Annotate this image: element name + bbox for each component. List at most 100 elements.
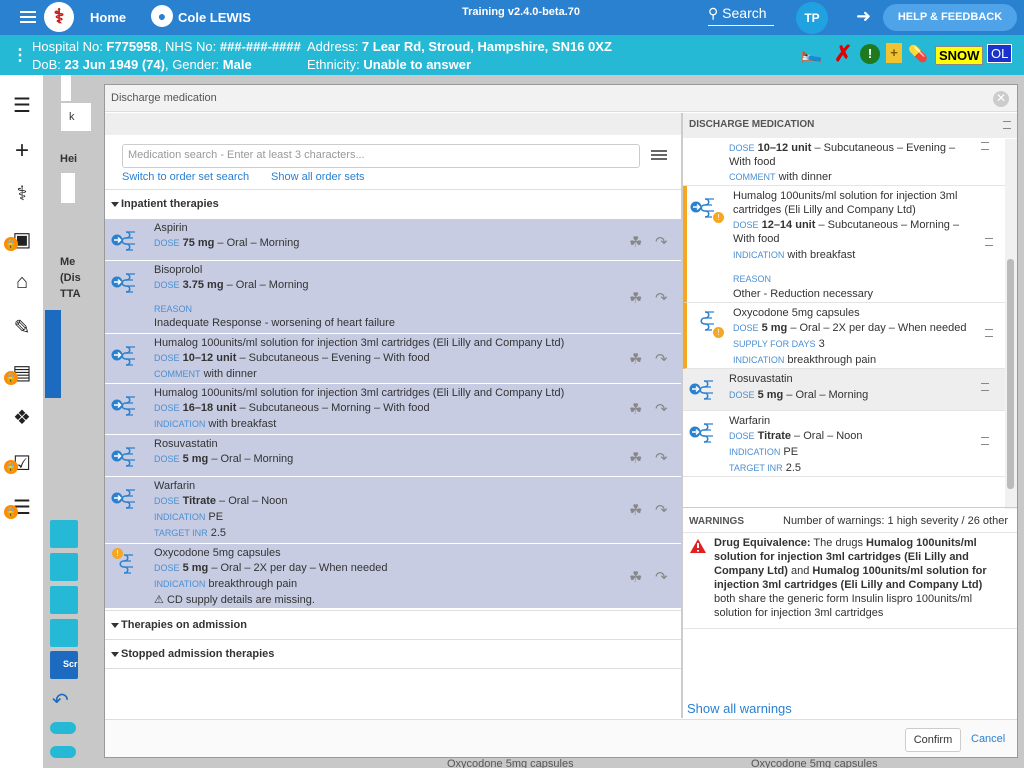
training-banner: Training v2.4.0-beta.70 (462, 6, 580, 18)
warning-badge-icon: ! (713, 212, 724, 223)
side-action-button[interactable] (50, 520, 78, 548)
table-row[interactable]: Aspirin DOSE 75 mg – Oral – Morning ☘ ↷ (105, 219, 681, 261)
reason-value: Other - Reduction necessary (733, 288, 874, 300)
drag-handle-icon[interactable] (985, 238, 993, 246)
list-item[interactable]: ! Oxycodone 5mg capsules DOSE 5 mg – Ora… (683, 303, 1005, 369)
help-feedback-button[interactable]: HELP & FEEDBACK (883, 4, 1017, 31)
dose-line: DOSE 12–14 unit – Subcutaneous – Morning… (733, 218, 973, 246)
drug-icon (689, 421, 717, 445)
copy-icon[interactable]: ☘ (629, 501, 642, 519)
indication-label: INDICATION (733, 355, 785, 365)
side-action-button[interactable] (50, 619, 78, 647)
home-plus-icon[interactable]: ⌂ (10, 271, 34, 295)
indication-value: with breakfast (787, 249, 856, 261)
target-inr-value: 2.5 (210, 527, 227, 539)
scrollbar-thumb[interactable] (1007, 259, 1014, 489)
list-item[interactable]: Warfarin DOSE Titrate – Oral – Noon INDI… (683, 411, 1005, 477)
table-row[interactable]: Warfarin DOSE Titrate – Oral – Noon INDI… (105, 477, 681, 544)
medication-search-input[interactable]: Medication search - Enter at least 3 cha… (122, 144, 640, 168)
drag-handle-icon[interactable] (981, 142, 989, 150)
drag-handle-icon[interactable] (981, 383, 989, 391)
divider (105, 668, 681, 669)
app-logo[interactable]: ⚕ (44, 2, 74, 32)
allergy-x-icon[interactable]: ✗ (834, 41, 852, 67)
table-row[interactable]: Humalog 100units/ml solution for injecti… (105, 334, 681, 384)
drag-handle-icon[interactable] (985, 329, 993, 337)
confirm-button[interactable]: Confirm (905, 728, 961, 752)
warning-text-part: and (787, 565, 813, 577)
edit-document-icon[interactable]: ✎ (10, 315, 34, 339)
bed-icon[interactable]: 🛌 (800, 43, 822, 64)
dose-details: – Oral – 2X per day – When needed (787, 322, 967, 334)
skip-icon[interactable]: ↷ (655, 350, 668, 368)
table-row[interactable]: ! Oxycodone 5mg capsules DOSE 5 mg – Ora… (105, 544, 681, 609)
dose-details: – Oral – Noon (791, 430, 863, 442)
warning-item[interactable]: Drug Equivalence: The drugs Humalog 100u… (683, 533, 1017, 629)
add-icon[interactable]: + (10, 137, 34, 164)
toggle-switch[interactable] (50, 722, 76, 734)
panel-menu-icon[interactable] (1003, 121, 1011, 129)
alert-exclamation-icon[interactable]: ! (860, 44, 880, 64)
more-options-icon[interactable]: ⋮ (12, 45, 28, 65)
close-icon[interactable]: ✕ (993, 91, 1009, 107)
list-item[interactable]: Rosuvastatin DOSE 5 mg – Oral – Morning (683, 369, 1005, 411)
skip-icon[interactable]: ↷ (655, 400, 668, 418)
skip-icon[interactable]: ↷ (655, 289, 668, 307)
discharge-list-scrollbar[interactable] (1005, 139, 1017, 509)
logout-icon[interactable]: ➜ (856, 6, 871, 27)
copy-icon[interactable]: ☘ (629, 289, 642, 307)
copy-icon[interactable]: ☘ (629, 449, 642, 467)
copy-icon[interactable]: ☘ (629, 233, 642, 251)
snow-badge[interactable]: SNOW (935, 46, 984, 65)
screen-button[interactable]: Scr (50, 651, 78, 679)
ol-badge[interactable]: OL (987, 44, 1013, 63)
discharge-home-icon[interactable]: ❖ (10, 405, 34, 429)
supply-days-label: SUPPLY FOR DAYS (733, 339, 816, 349)
table-row[interactable]: Bisoprolol DOSE 3.75 mg – Oral – Morning… (105, 261, 681, 334)
copy-icon[interactable]: ☘ (629, 568, 642, 586)
therapies-on-admission-section[interactable]: Therapies on admission (105, 610, 681, 639)
address-line: Address: 7 Lear Rd, Stroud, Hampshire, S… (307, 39, 612, 54)
dose-details: – Oral – Morning (214, 237, 300, 249)
list-item[interactable]: ! Humalog 100units/ml solution for injec… (683, 186, 1005, 303)
switch-order-set-link[interactable]: Switch to order set search (122, 171, 249, 183)
inpatient-therapies-section[interactable]: Inpatient therapies (105, 189, 681, 218)
hamburger-menu-icon[interactable] (20, 11, 36, 23)
list-icon[interactable]: ☰ (10, 93, 34, 117)
home-link[interactable]: Home (90, 10, 126, 25)
patient-name[interactable]: Cole LEWIS (178, 10, 251, 25)
indication-value: breakthrough pain (787, 354, 877, 366)
skip-icon[interactable]: ↷ (655, 568, 668, 586)
undo-icon[interactable]: ↶ (52, 688, 69, 713)
medication-bag-icon[interactable]: + (886, 43, 902, 63)
table-row[interactable]: Humalog 100units/ml solution for injecti… (105, 384, 681, 435)
show-all-order-sets-link[interactable]: Show all order sets (271, 171, 365, 183)
warning-badge-icon: ! (112, 548, 123, 559)
skip-icon[interactable]: ↷ (655, 501, 668, 519)
person-icon[interactable]: ● (151, 5, 173, 27)
toggle-switch[interactable] (50, 746, 76, 758)
address-label: Address: (307, 39, 362, 54)
side-action-button[interactable] (50, 586, 78, 614)
target-inr-value: 2.5 (785, 462, 802, 474)
show-all-warnings-link[interactable]: Show all warnings (687, 701, 792, 716)
pill-icon[interactable]: 💊 (908, 44, 928, 64)
side-action-button[interactable] (50, 553, 78, 581)
stopped-admission-therapies-section[interactable]: Stopped admission therapies (105, 639, 681, 668)
table-row[interactable]: Rosuvastatin DOSE 5 mg – Oral – Morning … (105, 435, 681, 477)
skip-icon[interactable]: ↷ (655, 233, 668, 251)
copy-icon[interactable]: ☘ (629, 350, 642, 368)
drag-handle-icon[interactable] (981, 437, 989, 445)
search-menu-icon[interactable] (651, 150, 667, 160)
drug-icon (111, 344, 139, 368)
stethoscope-icon[interactable]: ⚕ (10, 181, 34, 205)
list-item[interactable]: DOSE 10–12 unit – Subcutaneous – Evening… (683, 138, 1005, 186)
skip-icon[interactable]: ↷ (655, 449, 668, 467)
medication-name: Rosuvastatin (154, 438, 218, 450)
collapsed-panel-tab[interactable] (45, 310, 61, 398)
bg-field (61, 173, 75, 203)
copy-icon[interactable]: ☘ (629, 400, 642, 418)
search-button[interactable]: ⚲ Search (708, 5, 774, 26)
user-avatar[interactable]: TP (796, 2, 828, 34)
cancel-button[interactable]: Cancel (971, 733, 1005, 745)
